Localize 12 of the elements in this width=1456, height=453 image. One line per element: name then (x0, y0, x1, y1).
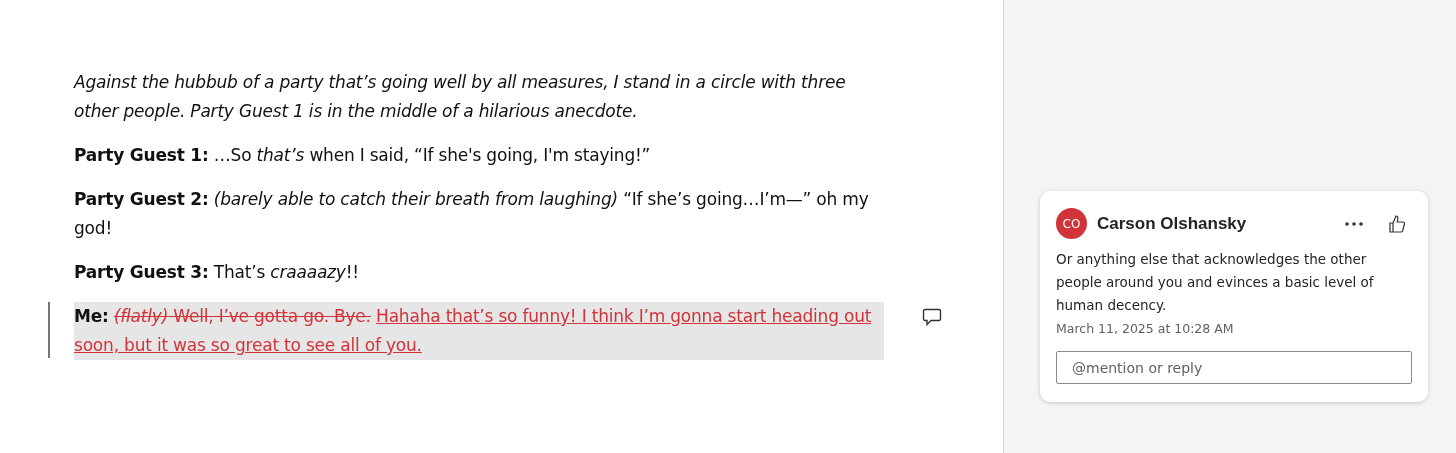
dialogue-line: Party Guest 3: That’s craaaazy!! (74, 261, 360, 284)
comment-icon[interactable] (922, 308, 942, 326)
thumbs-up-icon[interactable] (1388, 213, 1406, 234)
dialogue-line: Party Guest 1: …So that’s when I said, “If she's going, I'm staying!” (74, 144, 652, 167)
avatar: CO (1056, 208, 1087, 239)
comment-timestamp: March 11, 2025 at 10:28 AM (1056, 321, 1235, 336)
more-icon[interactable] (1344, 220, 1364, 227)
author-name: Carson Olshansky (1097, 213, 1248, 234)
comment-text: Or anything else that acknowledges the other people around you and evinces a basic level of human decency. (1056, 250, 1375, 315)
reply-field[interactable]: @mention or reply (1056, 351, 1412, 384)
dialogue-line: Party Guest 2: (barely able to catch their breath from laughing) “If she’s going…I’m—” oh my god! (74, 188, 870, 240)
stage-direction: Against the hubbub of a party that’s going well by all measures, I stand in a circle with three other people. Party Guest 1 is in the middle of a hilarious anecdote. (74, 71, 847, 123)
